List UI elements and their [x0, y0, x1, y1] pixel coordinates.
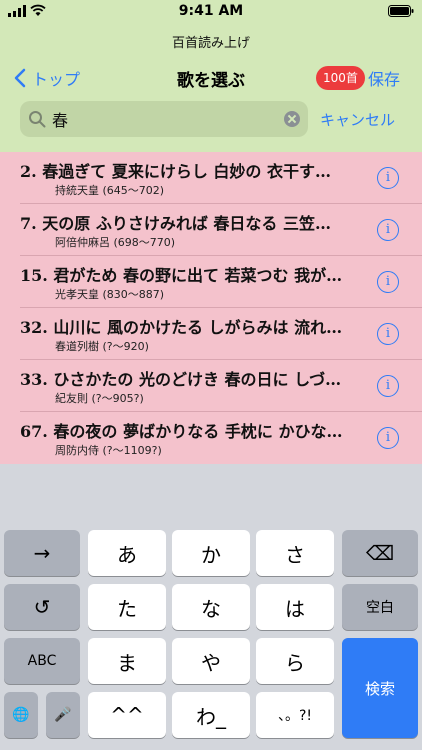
app-title: 百首読み上げ — [171, 36, 250, 51]
abc-key[interactable]: ABC — [4, 638, 80, 684]
poem-count-badge: 100首 — [316, 66, 365, 90]
delete-key[interactable]: ⌫ — [342, 530, 418, 576]
space-key[interactable]: 空白 — [342, 584, 418, 630]
key-ya[interactable]: や — [172, 638, 250, 684]
poem-author: 春道列樹 (?〜920) — [55, 340, 149, 353]
info-icon[interactable]: i — [377, 427, 399, 449]
poem-text: 33. ひさかたの 光のどけき 春の日に しづ… — [20, 370, 342, 389]
list-item[interactable]: 32. 山川に 風のかけたる しがらみは 流れ… 春道列樹 (?〜920) i — [0, 308, 422, 360]
poem-author: 阿倍仲麻呂 (698〜770) — [55, 236, 176, 249]
navigation-bar: トップ 歌を選ぶ 100首 保存 — [0, 62, 422, 94]
search-key[interactable]: 検索 — [342, 638, 418, 738]
key-undo[interactable]: ↺ — [4, 584, 80, 630]
info-icon[interactable]: i — [377, 271, 399, 293]
info-icon[interactable]: i — [377, 167, 399, 189]
globe-icon[interactable]: 🌐 — [4, 692, 38, 738]
clear-search-icon[interactable] — [284, 111, 300, 127]
poem-text: 15. 君がため 春の野に出て 若菜つむ 我が… — [20, 266, 343, 285]
info-icon[interactable]: i — [377, 323, 399, 345]
key-ra[interactable]: ら — [256, 638, 334, 684]
key-emoticon[interactable]: ^^ — [88, 692, 166, 738]
poem-list: 2. 春過ぎて 夏来にけらし 白妙の 衣干す… 持統天皇 (645〜702) i… — [0, 152, 422, 464]
poem-text: 7. 天の原 ふりさけみれば 春日なる 三笠… — [20, 214, 331, 233]
header: 9:41 AM 百首読み上げ トップ 歌を選ぶ 100首 保存 キャンセル — [0, 0, 422, 152]
key-next-arrow[interactable]: → — [4, 530, 80, 576]
cancel-button[interactable]: キャンセル — [320, 109, 395, 130]
save-button[interactable]: 保存 — [368, 66, 400, 90]
list-item[interactable]: 7. 天の原 ふりさけみれば 春日なる 三笠… 阿倍仲麻呂 (698〜770) … — [0, 204, 422, 256]
key-ka[interactable]: か — [172, 530, 250, 576]
status-bar: 9:41 AM — [0, 0, 422, 24]
key-ma[interactable]: ま — [88, 638, 166, 684]
key-punctuation[interactable]: 、。?! — [256, 692, 334, 738]
poem-author: 紀友則 (?〜905?) — [55, 392, 144, 405]
key-wa[interactable]: わ_ — [172, 692, 250, 738]
keyboard: → あ か さ ⌫ ↺ た な は 空白 ABC ま や ら 検索 🌐 🎤 ^^… — [0, 464, 422, 750]
key-ta[interactable]: た — [88, 584, 166, 630]
battery-icon — [388, 5, 414, 17]
search-bar — [20, 101, 308, 137]
poem-author: 持統天皇 (645〜702) — [55, 184, 165, 197]
poem-text: 32. 山川に 風のかけたる しがらみは 流れ… — [20, 318, 343, 337]
key-na[interactable]: な — [172, 584, 250, 630]
list-item[interactable]: 67. 春の夜の 夢ばかりなる 手枕に かひな… 周防内侍 (?〜1109?) … — [0, 412, 422, 464]
poem-author: 光孝天皇 (830〜887) — [55, 288, 165, 301]
list-item[interactable]: 15. 君がため 春の野に出て 若菜つむ 我が… 光孝天皇 (830〜887) … — [0, 256, 422, 308]
search-input[interactable] — [52, 101, 272, 137]
list-item[interactable]: 2. 春過ぎて 夏来にけらし 白妙の 衣干す… 持統天皇 (645〜702) i — [0, 152, 422, 204]
info-icon[interactable]: i — [377, 219, 399, 241]
key-a[interactable]: あ — [88, 530, 166, 576]
search-icon — [29, 111, 46, 128]
status-time: 9:41 AM — [178, 3, 244, 19]
info-icon[interactable]: i — [377, 375, 399, 397]
key-ha[interactable]: は — [256, 584, 334, 630]
poem-author: 周防内侍 (?〜1109?) — [55, 444, 162, 457]
list-item[interactable]: 33. ひさかたの 光のどけき 春の日に しづ… 紀友則 (?〜905?) i — [0, 360, 422, 412]
poem-text: 2. 春過ぎて 夏来にけらし 白妙の 衣干す… — [20, 162, 331, 181]
microphone-icon[interactable]: 🎤 — [46, 692, 80, 738]
key-sa[interactable]: さ — [256, 530, 334, 576]
poem-text: 67. 春の夜の 夢ばかりなる 手枕に かひな… — [20, 422, 343, 441]
